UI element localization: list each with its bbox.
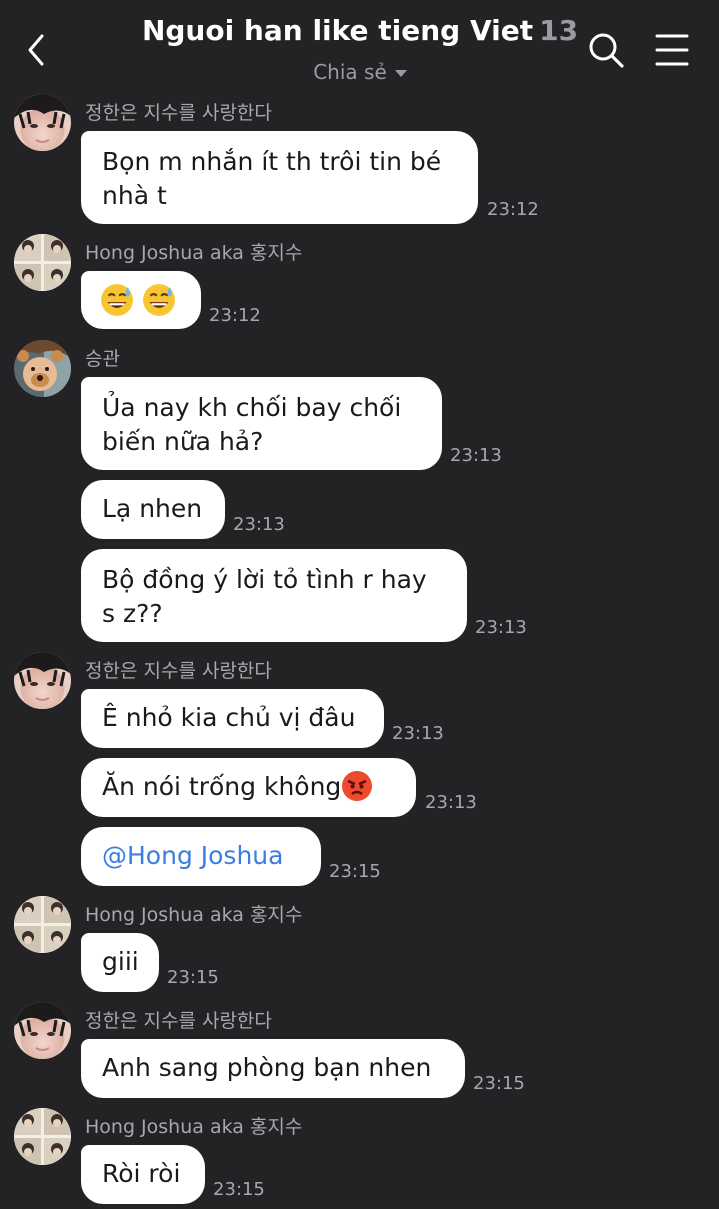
chat-title: Nguoi han like tieng Viet 13: [130, 14, 590, 47]
avatar-photo-icon: [14, 652, 71, 709]
message-line: Bộ đồng ý lời tỏ tình r hay: [102, 565, 427, 594]
message-bubble[interactable]: Bọn m nhắn ít th trôi tin bé nhà t: [81, 131, 478, 224]
avatar-seungkwan[interactable]: [14, 340, 71, 397]
message-text: Lạ nhen: [102, 494, 203, 523]
message-time: 23:15: [329, 861, 381, 882]
message-time: 23:13: [233, 514, 285, 535]
sender-name: Hong Joshua aka 홍지수: [85, 1116, 303, 1138]
message-time: 23:13: [425, 792, 477, 813]
message-text: Anh sang phòng bạn nhen: [102, 1053, 432, 1082]
sender-name: 정한은 지수를 사랑한다: [85, 660, 272, 682]
member-count: 13: [539, 14, 579, 47]
share-label: Chia sẻ: [313, 60, 387, 84]
message-text: Ê nhỏ kia chủ vị đâu: [102, 703, 356, 732]
message-bubble[interactable]: Anh sang phòng bạn nhen: [81, 1039, 465, 1098]
message-time: 23:15: [167, 967, 219, 988]
sender-name: Hong Joshua aka 홍지수: [85, 904, 303, 926]
message-bubble[interactable]: [81, 271, 201, 329]
message-bubble[interactable]: giii: [81, 933, 159, 992]
message-bubble[interactable]: Ăn nói trống không: [81, 758, 416, 817]
back-button[interactable]: [22, 30, 52, 70]
sweat-smile-emoji-icon: [142, 283, 176, 317]
avatar-jeonghan[interactable]: [14, 94, 71, 151]
avatar-hong-joshua[interactable]: [14, 234, 71, 291]
message-line: Ủa nay kh chối bay chối: [102, 393, 402, 422]
message-text: Ròi ròi: [102, 1159, 181, 1188]
message-bubble[interactable]: Ròi ròi: [81, 1145, 205, 1204]
message-time: 23:13: [392, 723, 444, 744]
message-line: biến nữa hả?: [102, 427, 264, 456]
avatar-photo-icon: [14, 234, 71, 291]
angry-face-emoji-icon: [341, 770, 373, 802]
message-bubble[interactable]: Bộ đồng ý lời tỏ tình r hay s z??: [81, 549, 467, 642]
message-time: 23:15: [473, 1073, 525, 1094]
avatar-photo-icon: [14, 896, 71, 953]
sender-name: 승관: [85, 348, 120, 370]
sender-name: Hong Joshua aka 홍지수: [85, 242, 303, 264]
message-bubble[interactable]: Ủa nay kh chối bay chối biến nữa hả?: [81, 377, 442, 470]
avatar-jeonghan[interactable]: [14, 1002, 71, 1059]
share-dropdown[interactable]: Chia sẻ: [260, 60, 460, 84]
avatar-photo-icon: [14, 1002, 71, 1059]
caret-down-icon: [394, 70, 407, 77]
group-name: Nguoi han like tieng Viet: [141, 14, 534, 47]
search-icon: [589, 33, 624, 68]
hamburger-menu-icon: [655, 34, 689, 66]
avatar-photo-icon: [14, 340, 71, 397]
chat-header: Nguoi han like tieng Viet 13 Chia sẻ: [0, 0, 719, 92]
menu-button[interactable]: [654, 32, 690, 68]
chevron-left-icon: [28, 34, 44, 66]
message-time: 23:13: [475, 617, 527, 638]
message-time: 23:12: [487, 199, 539, 220]
message-line: Bọn m nhắn ít th trôi tin bé: [102, 147, 442, 176]
mention-link[interactable]: @Hong Joshua: [102, 841, 283, 870]
sender-name: 정한은 지수를 사랑한다: [85, 102, 272, 124]
message-bubble[interactable]: @Hong Joshua: [81, 827, 321, 886]
message-text: Ăn nói trống không: [102, 772, 342, 801]
avatar-photo-icon: [14, 1108, 71, 1165]
message-time: 23:13: [450, 445, 502, 466]
message-line: nhà t: [102, 181, 167, 210]
message-bubble[interactable]: Lạ nhen: [81, 480, 225, 539]
message-text: giii: [102, 947, 139, 976]
sweat-smile-emoji-icon: [100, 283, 134, 317]
message-time: 23:15: [213, 1179, 265, 1200]
message-bubble[interactable]: Ê nhỏ kia chủ vị đâu: [81, 689, 384, 748]
sender-name: 정한은 지수를 사랑한다: [85, 1010, 272, 1032]
avatar-jeonghan[interactable]: [14, 652, 71, 709]
avatar-hong-joshua[interactable]: [14, 896, 71, 953]
message-line: s z??: [102, 599, 163, 628]
search-button[interactable]: [586, 30, 626, 70]
avatar-photo-icon: [14, 94, 71, 151]
avatar-hong-joshua[interactable]: [14, 1108, 71, 1165]
message-time: 23:12: [209, 305, 261, 326]
